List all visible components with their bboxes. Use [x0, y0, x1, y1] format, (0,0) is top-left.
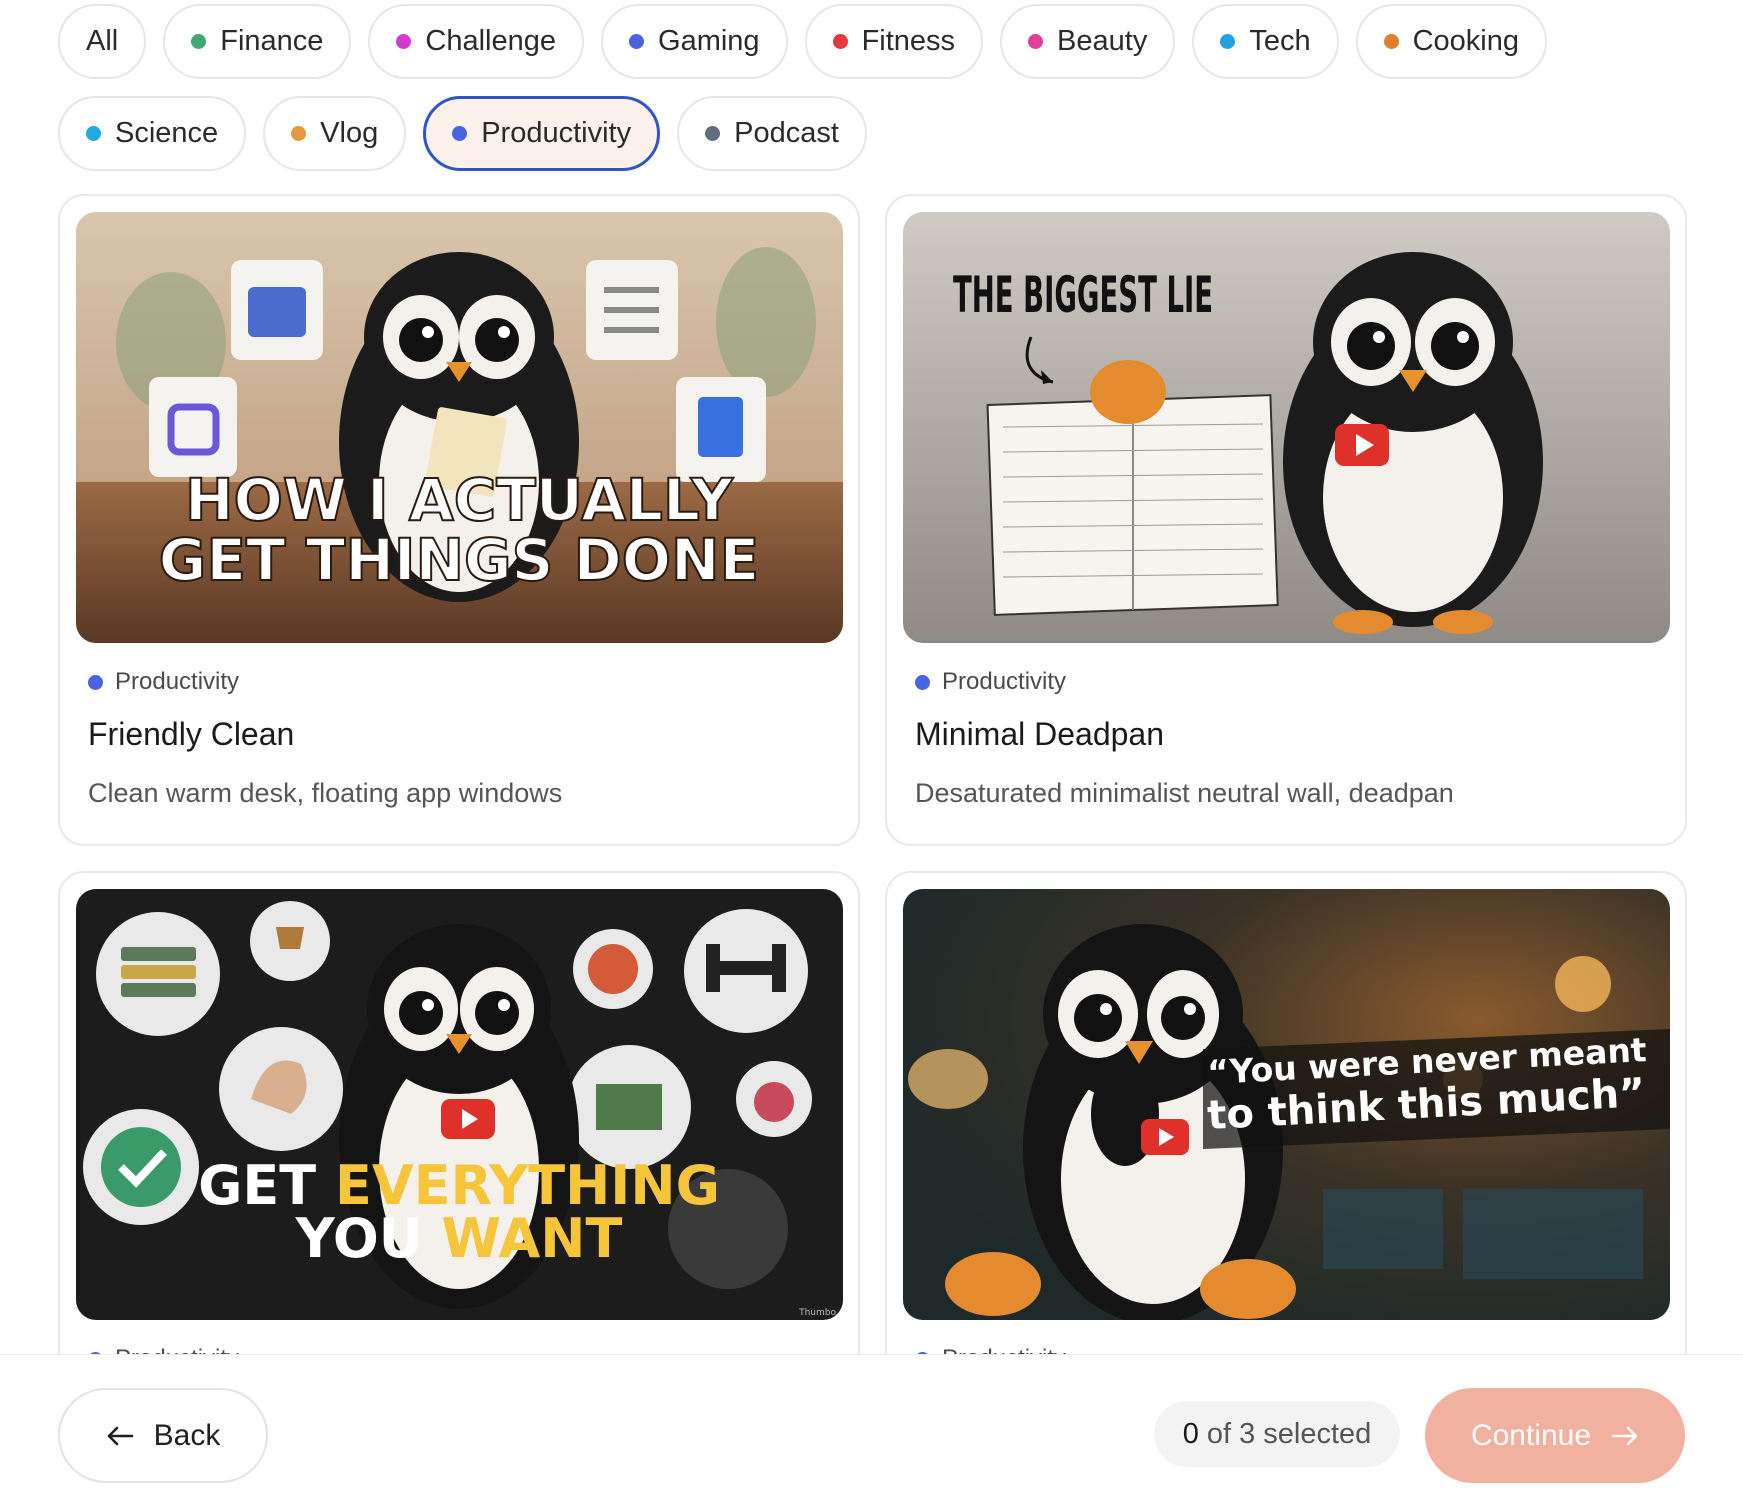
- back-button[interactable]: Back: [58, 1388, 268, 1483]
- penguin-icons-thumbnail: GET EVERYTHING YOU WANT Thumbo: [76, 889, 843, 1320]
- chip-label: Fitness: [861, 25, 956, 57]
- chip-label: Finance: [220, 25, 324, 57]
- selected-count-value: 0: [1182, 1417, 1199, 1450]
- thumbnail-watermark: Thumbo: [798, 1308, 836, 1318]
- filter-chip-fitness[interactable]: Fitness: [804, 4, 984, 79]
- filter-chip-podcast[interactable]: Podcast: [677, 96, 867, 171]
- chip-label: Science: [115, 117, 219, 149]
- template-card-get-everything[interactable]: GET EVERYTHING YOU WANT Thumbo Productiv…: [58, 871, 860, 1354]
- category-dot-icon: [1383, 34, 1399, 49]
- template-grid: HOW I ACTUALLY GET THINGS DONE Productiv…: [58, 194, 1687, 1354]
- continue-button[interactable]: Continue: [1425, 1388, 1685, 1483]
- card-description: Clean warm desk, floating app windows: [88, 778, 563, 808]
- category-dot-icon: [1220, 34, 1236, 49]
- selected-count-suffix: of 3 selected: [1206, 1417, 1372, 1450]
- filter-chip-tech[interactable]: Tech: [1192, 4, 1339, 79]
- category-dot-icon: [1028, 34, 1044, 49]
- thumbnail-preview: GET EVERYTHING YOU WANT Thumbo: [76, 889, 843, 1320]
- chip-label: Vlog: [320, 117, 379, 149]
- filter-chip-vlog[interactable]: Vlog: [263, 96, 407, 171]
- arrow-right-icon: [1611, 1426, 1638, 1445]
- category-dot-icon: [88, 674, 103, 690]
- card-category: Productivity: [88, 668, 239, 696]
- card-category: Productivity: [915, 1345, 1066, 1354]
- thumbnail-headline-line-1: HOW I ACTUALLY: [185, 466, 734, 534]
- card-description: Desaturated minimalist neutral wall, dea…: [915, 778, 1454, 808]
- filter-chip-beauty[interactable]: Beauty: [1000, 4, 1176, 79]
- arrow-left-icon: [107, 1426, 133, 1445]
- penguin-desk-thumbnail: HOW I ACTUALLY GET THINGS DONE: [76, 212, 843, 643]
- chip-label: Podcast: [734, 117, 839, 149]
- filter-chip-cooking[interactable]: Cooking: [1355, 4, 1548, 79]
- filter-chip-science[interactable]: Science: [58, 96, 247, 171]
- filter-chip-all[interactable]: All: [58, 4, 147, 79]
- filter-chip-finance[interactable]: Finance: [163, 4, 352, 79]
- category-dot-icon: [396, 34, 412, 49]
- headline-word-yellow: WANT: [441, 1207, 622, 1270]
- card-title: Friendly Clean: [88, 716, 295, 752]
- penguin-cozy-room-thumbnail: “You were never meant to think this much…: [903, 889, 1670, 1320]
- category-dot-icon: [86, 126, 101, 141]
- card-title: Minimal Deadpan: [915, 716, 1165, 752]
- template-card-never-meant-to-think[interactable]: “You were never meant to think this much…: [885, 871, 1687, 1354]
- chip-label: Productivity: [481, 117, 632, 149]
- selection-count: 0 of 3 selected: [1154, 1401, 1400, 1467]
- category-label: Productivity: [942, 1345, 1066, 1354]
- headline-word-white: YOU: [295, 1207, 442, 1270]
- footer-bar: Back 0 of 3 selected Continue: [0, 1354, 1743, 1493]
- filter-chip-gaming[interactable]: Gaming: [601, 4, 788, 79]
- card-category: Productivity: [88, 1345, 239, 1354]
- filter-chip-challenge[interactable]: Challenge: [368, 4, 585, 79]
- category-label: Productivity: [942, 668, 1067, 695]
- filter-chip-productivity[interactable]: Productivity: [423, 96, 661, 171]
- continue-label: Continue: [1470, 1418, 1592, 1452]
- chip-label: Tech: [1249, 25, 1311, 57]
- chip-label: Gaming: [658, 25, 760, 57]
- chip-label: Beauty: [1057, 25, 1148, 57]
- template-card-minimal-deadpan[interactable]: THE BIGGEST LIE Productivity Minimal Dea…: [885, 194, 1687, 846]
- category-label: Productivity: [115, 668, 240, 695]
- thumbnail-headline-line-2: GET THINGS DONE: [159, 526, 759, 594]
- chip-label: All: [86, 25, 119, 57]
- category-dot-icon: [452, 126, 468, 141]
- category-label: Productivity: [115, 1345, 239, 1354]
- template-card-friendly-clean[interactable]: HOW I ACTUALLY GET THINGS DONE Productiv…: [58, 194, 860, 846]
- penguin-notebook-thumbnail: THE BIGGEST LIE: [903, 212, 1670, 643]
- card-category: Productivity: [915, 668, 1066, 696]
- thumbnail-headline-line-2: YOU WANT: [295, 1207, 623, 1270]
- category-dot-icon: [191, 34, 207, 49]
- category-dot-icon: [915, 674, 930, 690]
- thumbnail-preview: “You were never meant to think this much…: [903, 889, 1670, 1320]
- chip-label: Cooking: [1412, 25, 1520, 57]
- category-dot-icon: [832, 34, 848, 49]
- chip-label: Challenge: [425, 25, 557, 57]
- thumbnail-headline: THE BIGGEST LIE: [953, 266, 1213, 324]
- category-dot-icon: [629, 34, 645, 49]
- category-dot-icon: [291, 126, 307, 141]
- thumbnail-preview: HOW I ACTUALLY GET THINGS DONE: [76, 212, 843, 643]
- back-label: Back: [153, 1418, 221, 1452]
- category-dot-icon: [705, 126, 721, 141]
- category-filter-bar: All Finance Challenge Gaming Fitness Bea…: [58, 4, 1688, 171]
- thumbnail-preview: THE BIGGEST LIE: [903, 212, 1670, 643]
